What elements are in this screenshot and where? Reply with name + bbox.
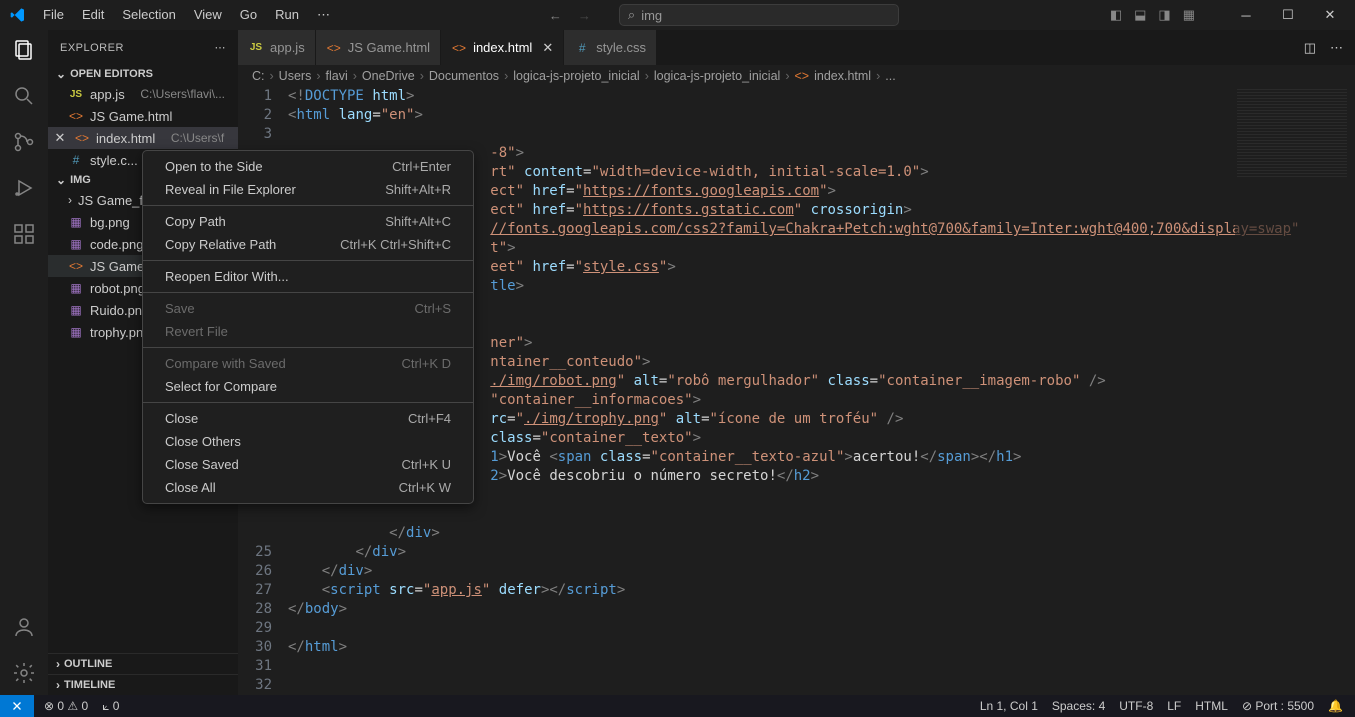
css-file-icon: # (574, 41, 590, 55)
menu-edit[interactable]: Edit (74, 3, 112, 27)
window-minimize-button[interactable]: ─ (1225, 0, 1267, 30)
notifications-icon[interactable]: 🔔 (1328, 699, 1343, 713)
open-editor-item-active[interactable]: ✕<>index.html C:\Users\f (48, 127, 238, 149)
context-menu-item[interactable]: Copy PathShift+Alt+C (143, 210, 473, 233)
context-menu-item[interactable]: CloseCtrl+F4 (143, 407, 473, 430)
status-bar: ⊗ 0 ⚠ 0 ⟀ 0 Ln 1, Col 1 Spaces: 4 UTF-8 … (0, 695, 1355, 717)
layout-sidebar-left-icon[interactable]: ◧ (1110, 7, 1122, 23)
live-server-status[interactable]: ⊘ Port : 5500 (1242, 699, 1314, 713)
window-maximize-button[interactable]: ☐ (1267, 0, 1309, 30)
image-file-icon: ▦ (68, 237, 84, 251)
html-file-icon: <> (68, 109, 84, 123)
context-menu-item[interactable]: Reopen Editor With... (143, 265, 473, 288)
open-editors-section[interactable]: ⌄OPEN EDITORS (48, 65, 238, 83)
indentation-status[interactable]: Spaces: 4 (1052, 699, 1105, 713)
search-icon: ⌕ (628, 7, 635, 23)
js-file-icon: JS (68, 89, 84, 100)
context-menu-item[interactable]: Close SavedCtrl+K U (143, 453, 473, 476)
open-editor-item[interactable]: <>JS Game.html (48, 105, 238, 127)
context-menu-item: Compare with SavedCtrl+K D (143, 352, 473, 375)
image-file-icon: ▦ (68, 215, 84, 229)
layout-sidebar-right-icon[interactable]: ◨ (1158, 7, 1170, 23)
explorer-icon[interactable] (12, 38, 36, 62)
context-menu-item[interactable]: Select for Compare (143, 375, 473, 398)
editor-tab-active[interactable]: <>index.html✕ (441, 30, 564, 65)
editor-tab[interactable]: <>JS Game.html (316, 30, 441, 65)
js-file-icon: JS (248, 42, 264, 53)
language-mode[interactable]: HTML (1195, 699, 1228, 713)
editor-tabs: JSapp.js <>JS Game.html <>index.html✕ #s… (238, 30, 1355, 65)
ports-status[interactable]: ⟀ 0 (102, 699, 119, 714)
timeline-section[interactable]: ›TIMELINE (48, 674, 238, 695)
explorer-title: EXPLORER (60, 42, 124, 54)
outline-section[interactable]: ›OUTLINE (48, 653, 238, 674)
context-menu-item[interactable]: Reveal in File ExplorerShift+Alt+R (143, 178, 473, 201)
tab-close-icon[interactable]: ✕ (542, 40, 553, 56)
menu-bar: File Edit Selection View Go Run ⋯ (35, 3, 338, 27)
context-menu-item[interactable]: Close Others (143, 430, 473, 453)
menu-file[interactable]: File (35, 3, 72, 27)
html-file-icon: <> (68, 259, 84, 273)
image-file-icon: ▦ (68, 303, 84, 317)
menu-go[interactable]: Go (232, 3, 265, 27)
context-menu-item[interactable]: Open to the SideCtrl+Enter (143, 155, 473, 178)
layout-customize-icon[interactable]: ▦ (1183, 7, 1195, 23)
menu-run[interactable]: Run (267, 3, 307, 27)
run-debug-icon[interactable] (12, 176, 36, 200)
chevron-right-icon: › (68, 193, 72, 207)
nav-forward-icon[interactable]: → (578, 8, 591, 23)
eol-status[interactable]: LF (1167, 699, 1181, 713)
menu-selection[interactable]: Selection (114, 3, 183, 27)
more-actions-icon[interactable]: ⋯ (1330, 40, 1343, 56)
menu-view[interactable]: View (186, 3, 230, 27)
source-control-icon[interactable] (12, 130, 36, 154)
split-editor-icon[interactable]: ◫ (1304, 40, 1316, 56)
html-file-icon: <> (451, 41, 467, 55)
menu-more[interactable]: ⋯ (309, 3, 338, 27)
open-editor-item[interactable]: JSapp.js C:\Users\flavi\... (48, 83, 238, 105)
close-icon[interactable]: ✕ (52, 130, 68, 146)
cursor-position[interactable]: Ln 1, Col 1 (980, 699, 1038, 713)
image-file-icon: ▦ (68, 281, 84, 295)
context-menu-item: Revert File (143, 320, 473, 343)
search-activity-icon[interactable] (12, 84, 36, 108)
breadcrumb[interactable]: C:› Users› flavi› OneDrive› Documentos› … (238, 65, 1355, 87)
title-bar: File Edit Selection View Go Run ⋯ ← → ⌕ … (0, 0, 1355, 30)
editor-tab[interactable]: #style.css (564, 30, 657, 65)
context-menu: Open to the SideCtrl+EnterReveal in File… (142, 150, 474, 504)
command-center-search[interactable]: ⌕ img (619, 4, 899, 26)
remote-indicator[interactable] (0, 695, 34, 717)
settings-gear-icon[interactable] (12, 661, 36, 685)
html-file-icon: <> (326, 41, 342, 55)
html-file-icon: <> (74, 131, 90, 145)
nav-back-icon[interactable]: ← (549, 8, 562, 23)
extensions-icon[interactable] (12, 222, 36, 246)
minimap[interactable] (1235, 87, 1355, 287)
accounts-icon[interactable] (12, 615, 36, 639)
window-close-button[interactable]: ✕ (1309, 0, 1351, 30)
vscode-logo-icon (0, 7, 35, 23)
encoding-status[interactable]: UTF-8 (1119, 699, 1153, 713)
image-file-icon: ▦ (68, 325, 84, 339)
activity-bar (0, 30, 48, 695)
context-menu-item: SaveCtrl+S (143, 297, 473, 320)
layout-panel-icon[interactable]: ⬓ (1134, 7, 1146, 23)
css-file-icon: # (68, 153, 84, 167)
context-menu-item[interactable]: Copy Relative PathCtrl+K Ctrl+Shift+C (143, 233, 473, 256)
context-menu-item[interactable]: Close AllCtrl+K W (143, 476, 473, 499)
problems-status[interactable]: ⊗ 0 ⚠ 0 (44, 699, 88, 713)
explorer-more-icon[interactable]: ⋯ (215, 41, 227, 54)
editor-tab[interactable]: JSapp.js (238, 30, 316, 65)
